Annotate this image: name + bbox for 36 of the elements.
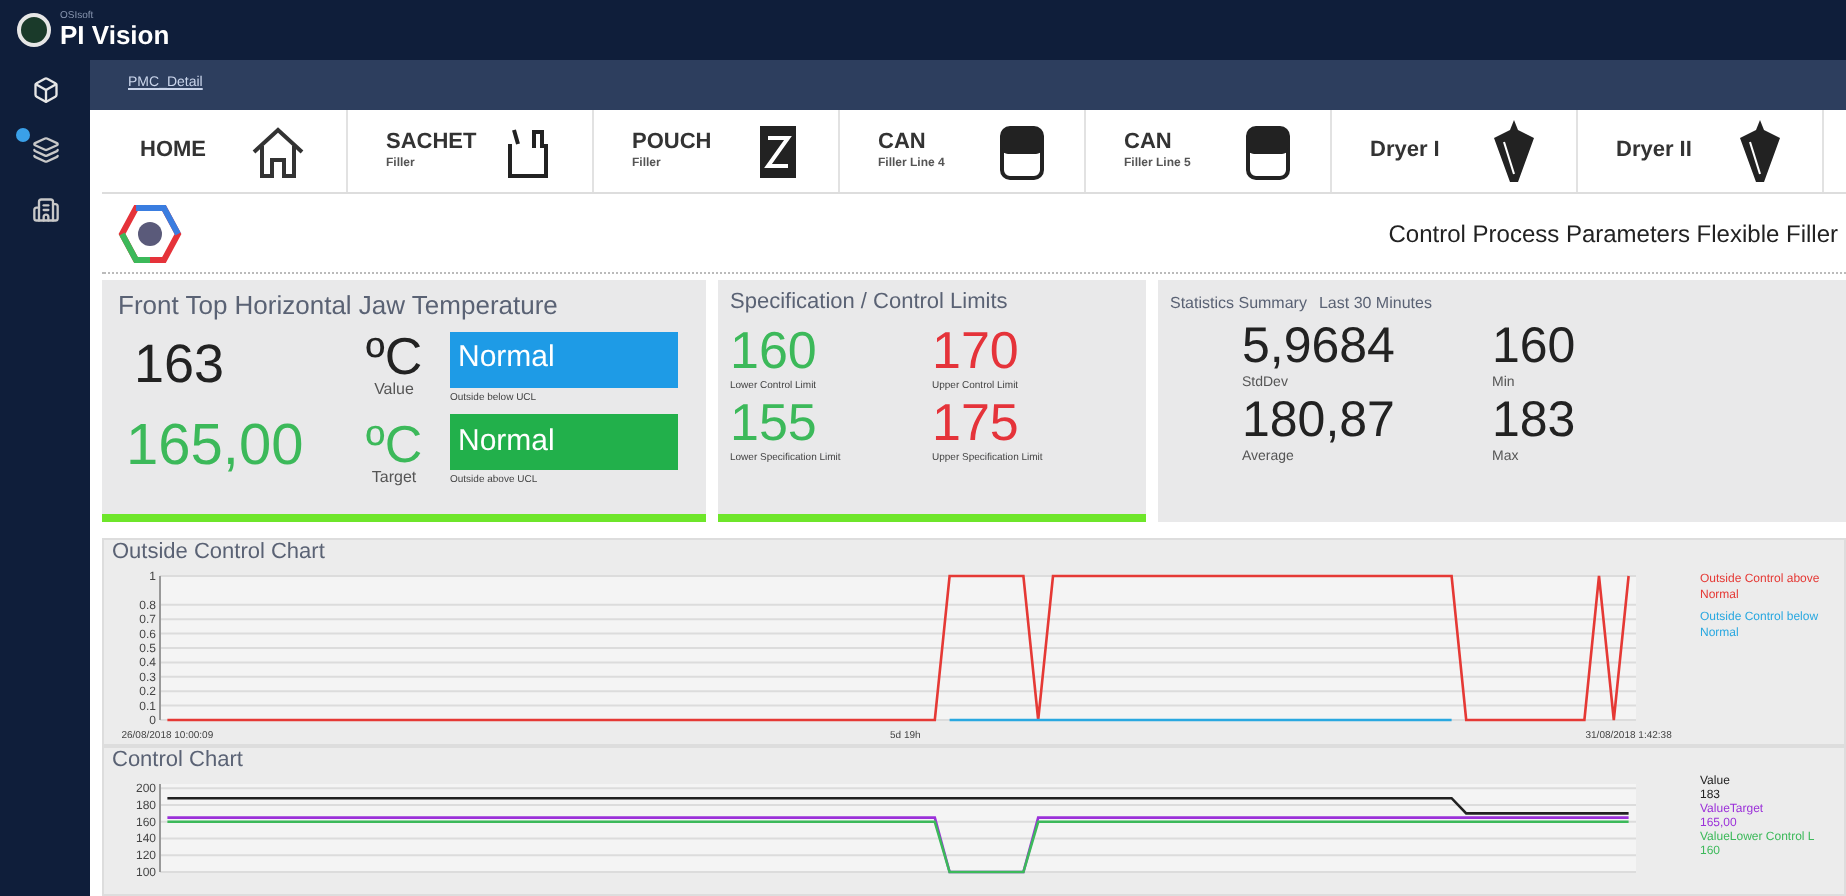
panel-title: Specification / Control Limits: [730, 288, 1010, 318]
can-icon: [1244, 121, 1292, 181]
y-axis: [159, 782, 161, 873]
value-reading: 163: [132, 331, 227, 397]
unit-label: ºC: [365, 329, 423, 381]
statistic-value: 183: [1492, 396, 1578, 446]
period-label: Last 30 Minutes: [1318, 292, 1432, 316]
status-badge: Normal: [450, 331, 678, 387]
app-title: PI Vision: [60, 22, 170, 48]
target-caption: Target: [371, 469, 417, 485]
dryer-icon: [1490, 117, 1538, 185]
limit-value: 170: [932, 323, 1021, 375]
hexagon-logo-icon: [118, 203, 182, 263]
panel-title: Statistics Summary: [1170, 292, 1307, 316]
building-icon[interactable]: [31, 196, 59, 224]
app-logo-icon: [16, 12, 52, 48]
unit-label: ºC: [365, 417, 423, 469]
layers-icon[interactable]: [31, 136, 59, 164]
can-icon: [998, 121, 1046, 181]
page-title: Control Process Parameters Flexible Filler: [1388, 217, 1838, 251]
statistic-value: 160: [1492, 322, 1578, 372]
value-caption: Value: [374, 381, 414, 397]
limit-value: 155: [730, 395, 819, 447]
cube-icon[interactable]: [31, 76, 59, 104]
target-reading: 165,00: [124, 411, 306, 481]
statistic-value: 5,9684: [1242, 322, 1397, 372]
status-badge: Normal: [450, 414, 678, 470]
limit-value: 160: [730, 323, 819, 375]
chart-title: Control Chart: [112, 748, 245, 776]
panel-title: Front Top Horizontal Jaw Temperature: [118, 288, 560, 324]
limit-value: 175: [932, 395, 1021, 447]
dryer-icon: [1736, 117, 1784, 185]
chart-title: Outside Control Chart: [112, 540, 327, 568]
house-icon: [248, 123, 308, 179]
statistic-value: 180,87: [1242, 396, 1397, 446]
pouch-icon: [756, 121, 800, 181]
